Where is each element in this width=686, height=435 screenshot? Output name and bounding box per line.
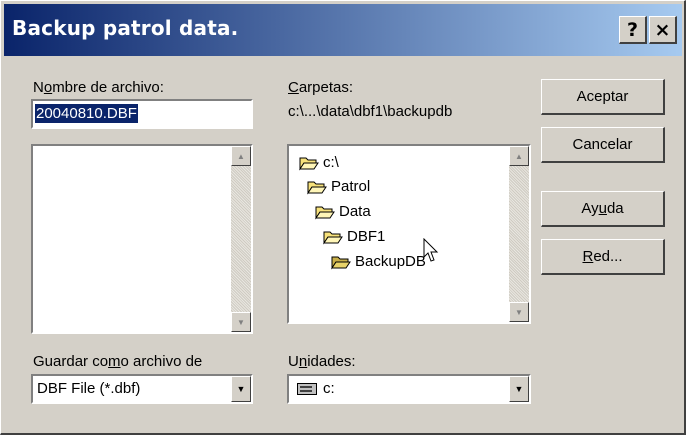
drives-label: Unidades:: [288, 353, 356, 370]
chevron-down-icon: ▼: [236, 384, 246, 394]
dialog-window: Backup patrol data. ? × Nombre de archiv…: [0, 0, 686, 435]
open-folder-icon: [323, 231, 343, 245]
folder-item-patrol[interactable]: Patrol: [307, 178, 370, 195]
help-title-button[interactable]: ?: [619, 16, 647, 44]
up-arrow-icon: ▲: [237, 151, 245, 161]
current-path: c:\...\data\dbf1\backupdb: [288, 103, 453, 120]
save-as-type-label: Guardar como archivo de: [33, 353, 203, 370]
drive-value: c:: [323, 380, 335, 397]
drive-icon: [297, 383, 317, 395]
folder-item-c[interactable]: c:\: [299, 154, 339, 171]
chevron-down-icon: ▼: [514, 384, 524, 394]
scroll-down-button[interactable]: ▼: [509, 302, 529, 322]
filename-input[interactable]: 20040810.DBF: [31, 99, 253, 129]
file-list-scrollbar[interactable]: ▲ ▼: [231, 146, 251, 332]
help-button[interactable]: Ay u da: [541, 191, 665, 227]
window-title: Backup patrol data.: [12, 16, 239, 40]
title-bar[interactable]: Backup patrol data. ? ×: [4, 4, 682, 56]
folder-tree-scrollbar[interactable]: ▲ ▼: [509, 146, 529, 322]
scroll-down-button[interactable]: ▼: [231, 312, 251, 332]
mouse-cursor-icon: [423, 238, 439, 262]
folder-item-backupdb[interactable]: BackupDB: [331, 253, 426, 270]
scroll-up-button[interactable]: ▲: [231, 146, 251, 166]
cancel-button[interactable]: Cancelar: [541, 127, 665, 163]
save-as-type-dropdown[interactable]: DBF File (*.dbf) ▼: [31, 374, 253, 404]
network-button[interactable]: Red...: [541, 239, 665, 275]
down-arrow-icon: ▼: [515, 307, 523, 317]
up-arrow-icon: ▲: [515, 151, 523, 161]
file-list[interactable]: ▲ ▼: [31, 144, 253, 334]
save-as-type-value: DBF File (*.dbf): [37, 380, 141, 397]
folder-item-dbf1[interactable]: DBF1: [323, 228, 385, 245]
ok-button[interactable]: Aceptar: [541, 79, 665, 115]
dropdown-arrow-button[interactable]: ▼: [509, 376, 529, 402]
filename-label: Nombre de archivo:: [33, 79, 164, 96]
open-folder-icon: [307, 181, 327, 195]
scroll-up-button[interactable]: ▲: [509, 146, 529, 166]
drives-dropdown[interactable]: c: ▼: [287, 374, 531, 404]
open-folder-icon: [299, 157, 319, 171]
down-arrow-icon: ▼: [237, 317, 245, 327]
question-mark-icon: ?: [626, 18, 639, 41]
folder-item-data[interactable]: Data: [315, 203, 371, 220]
filename-value: 20040810.DBF: [35, 104, 138, 123]
open-folder-icon: [331, 256, 351, 270]
close-title-button[interactable]: ×: [649, 16, 677, 44]
folders-label: Carpetas:: [288, 79, 354, 96]
close-icon: ×: [654, 18, 671, 41]
open-folder-icon: [315, 206, 335, 220]
dropdown-arrow-button[interactable]: ▼: [231, 376, 251, 402]
folder-tree[interactable]: c:\ Patrol Data DBF1 BackupDB ▲ ▼: [287, 144, 531, 324]
